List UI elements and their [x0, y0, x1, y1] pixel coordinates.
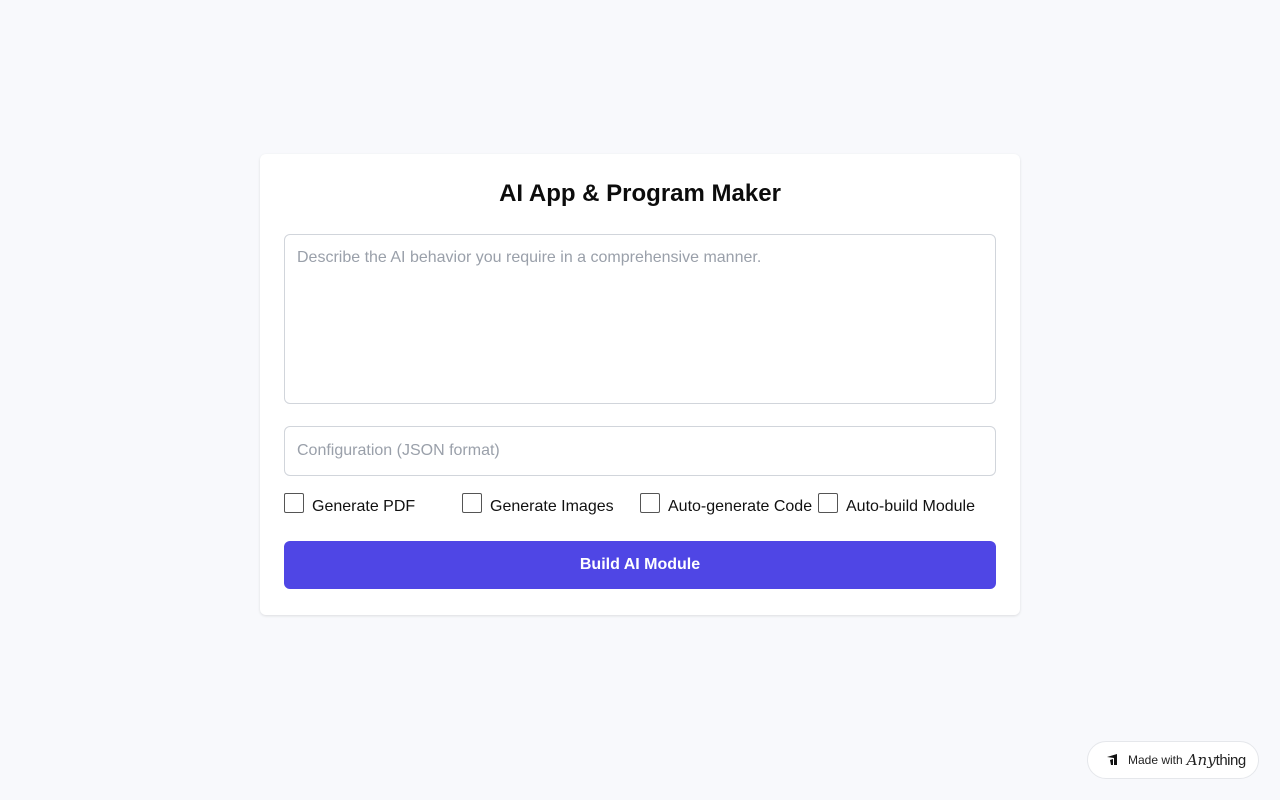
option-label: Auto-build Module [846, 498, 975, 515]
auto-build-module-checkbox[interactable] [818, 493, 838, 513]
badge-brand-thing: thing [1215, 751, 1247, 769]
badge-text: Made with [1128, 753, 1183, 767]
option-auto-generate-code[interactable]: Auto-generate Code [640, 492, 818, 520]
options-row: Generate PDF Generate Images Auto-genera… [284, 492, 996, 520]
badge-brand-any: Any [1186, 751, 1216, 769]
build-ai-module-button[interactable]: Build AI Module [284, 541, 996, 589]
behavior-description-input[interactable] [284, 234, 996, 404]
configuration-json-input[interactable] [284, 426, 996, 476]
auto-generate-code-checkbox[interactable] [640, 493, 660, 513]
option-label: Generate PDF [312, 498, 416, 515]
option-label: Auto-generate Code [668, 498, 813, 515]
option-auto-build-module[interactable]: Auto-build Module [818, 492, 996, 520]
page-title: AI App & Program Maker [499, 180, 781, 207]
page: AI App & Program Maker Generate PDF Gene… [0, 0, 1280, 800]
option-generate-pdf[interactable]: Generate PDF [284, 492, 462, 520]
builder-card: AI App & Program Maker Generate PDF Gene… [260, 154, 1020, 615]
generate-pdf-checkbox[interactable] [284, 493, 304, 513]
option-generate-images[interactable]: Generate Images [462, 492, 640, 520]
anything-logo-icon [1107, 754, 1117, 765]
option-label: Generate Images [490, 498, 614, 515]
generate-images-checkbox[interactable] [462, 493, 482, 513]
made-with-anything-badge[interactable]: Made with Any thing [1087, 741, 1259, 779]
